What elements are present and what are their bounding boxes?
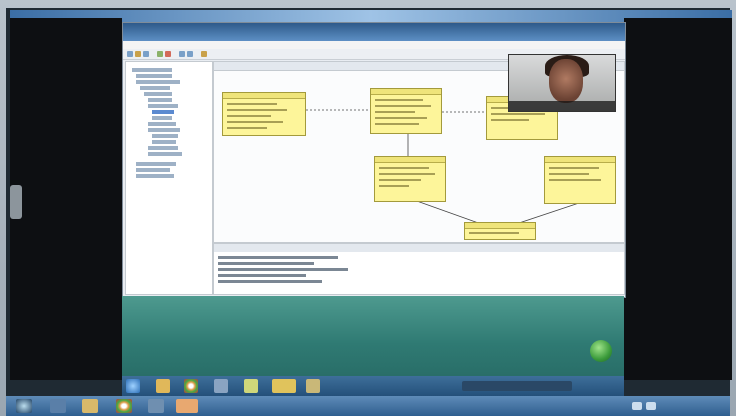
console-line [218, 262, 314, 265]
remote-taskbar [122, 376, 624, 396]
tree-item[interactable] [144, 92, 172, 96]
tray-icon[interactable] [462, 381, 572, 391]
redo-icon[interactable] [187, 51, 193, 57]
side-collapse-handle[interactable] [10, 185, 22, 219]
console-line [218, 280, 322, 283]
uml-class-box[interactable] [222, 92, 306, 136]
tree-item-selected[interactable] [152, 110, 174, 114]
window-title-bar[interactable] [123, 23, 625, 41]
tree-item[interactable] [148, 122, 176, 126]
media-icon[interactable] [214, 379, 228, 393]
remote-app-icon[interactable] [176, 399, 198, 413]
app-icon[interactable] [306, 379, 320, 393]
tree-item[interactable] [136, 168, 170, 172]
uml-class-box[interactable] [544, 156, 616, 204]
console-line [218, 274, 306, 277]
start-orb-icon[interactable] [16, 399, 32, 413]
uml-class-box[interactable] [370, 88, 442, 134]
console-line [218, 256, 338, 259]
globe-icon [590, 340, 612, 362]
tree-item[interactable] [136, 74, 172, 78]
tree-item[interactable] [148, 104, 178, 108]
uml-class-box[interactable] [464, 222, 536, 240]
tree-item[interactable] [136, 174, 174, 178]
folder-icon[interactable] [156, 379, 170, 393]
tree-item[interactable] [132, 68, 172, 72]
ide-icon[interactable] [244, 379, 258, 393]
active-window-icon[interactable] [272, 379, 296, 393]
webcam-caption [509, 101, 615, 111]
project-tree[interactable] [125, 61, 213, 295]
open-icon[interactable] [135, 51, 141, 57]
tree-item[interactable] [136, 80, 180, 84]
letterbox-right [624, 18, 732, 380]
tree-item[interactable] [148, 152, 182, 156]
tree-item[interactable] [140, 86, 170, 90]
tree-item[interactable] [148, 128, 180, 132]
build-icon[interactable] [201, 51, 207, 57]
undo-icon[interactable] [179, 51, 185, 57]
start-orb-icon[interactable] [126, 379, 140, 393]
media-icon[interactable] [148, 399, 164, 413]
new-icon[interactable] [127, 51, 133, 57]
stop-icon[interactable] [165, 51, 171, 57]
chrome-icon[interactable] [116, 399, 132, 413]
volume-icon[interactable] [646, 402, 656, 410]
explorer-icon[interactable] [50, 399, 66, 413]
tree-item[interactable] [136, 162, 176, 166]
tree-item[interactable] [152, 116, 172, 120]
output-console[interactable] [213, 243, 625, 295]
menu-bar [123, 41, 625, 49]
tree-item[interactable] [152, 134, 178, 138]
webcam-preview[interactable] [508, 54, 616, 112]
uml-class-box[interactable] [374, 156, 446, 202]
folder-icon[interactable] [82, 399, 98, 413]
local-taskbar [6, 396, 730, 416]
run-icon[interactable] [157, 51, 163, 57]
save-icon[interactable] [143, 51, 149, 57]
person-face [549, 59, 583, 103]
tree-item[interactable] [148, 98, 172, 102]
console-tab-bar[interactable] [214, 244, 624, 252]
letterbox-left [10, 18, 122, 380]
network-icon[interactable] [632, 402, 642, 410]
tree-item[interactable] [152, 140, 176, 144]
tree-item[interactable] [148, 146, 178, 150]
chrome-icon[interactable] [184, 379, 198, 393]
console-line [218, 268, 348, 271]
remote-desktop-wallpaper [122, 296, 624, 376]
